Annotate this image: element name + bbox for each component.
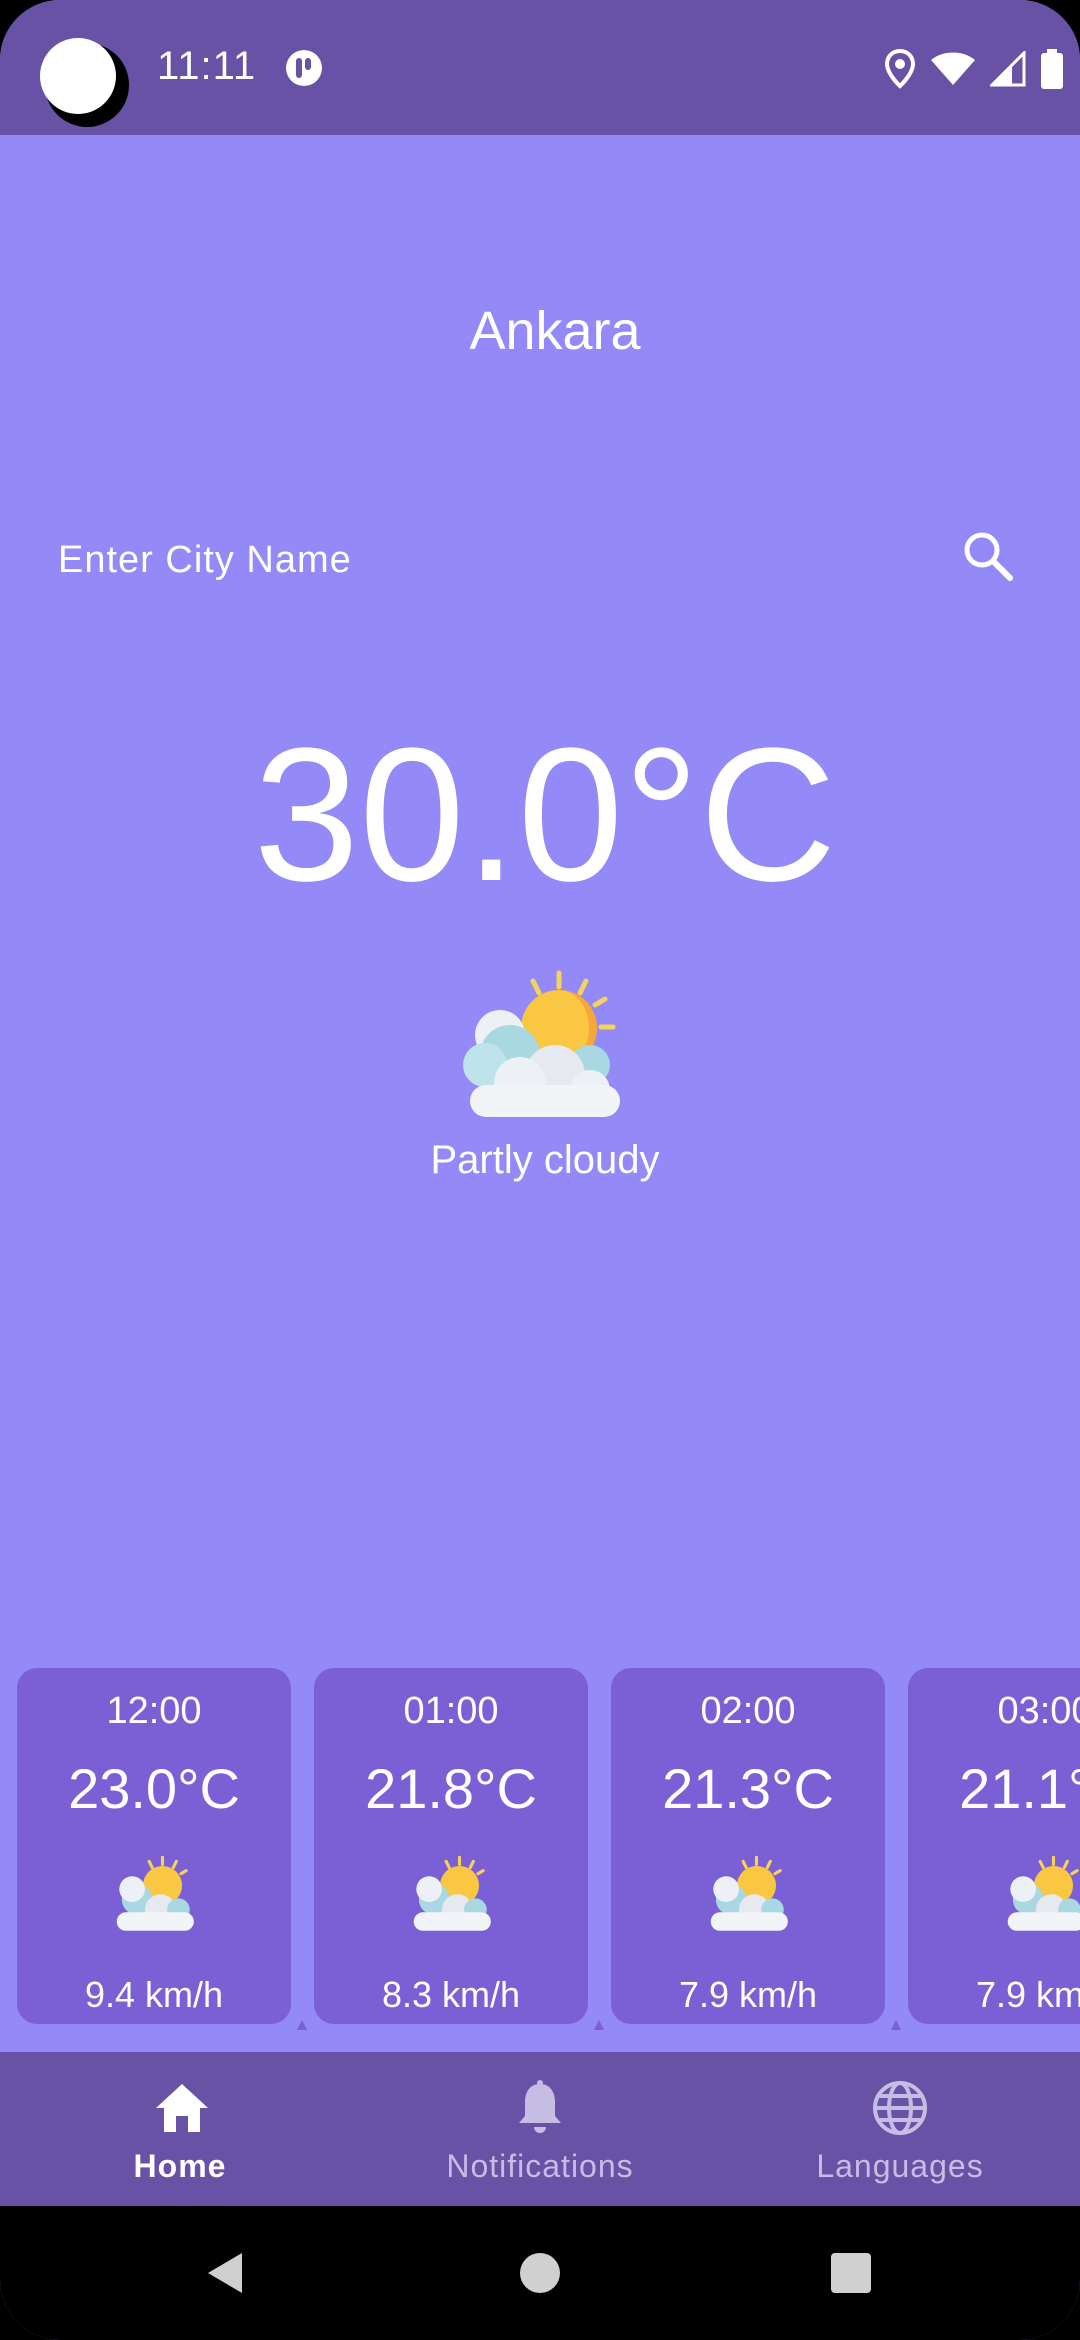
home-circle-icon[interactable] xyxy=(515,2248,565,2298)
city-title: Ankara xyxy=(469,301,641,361)
hour-temperature: 21.1°C xyxy=(959,1757,1080,1820)
partly-cloudy-icon xyxy=(1007,1855,1080,1931)
app-screen: 11:11 Ankara Enter City Name 30.0°C Part… xyxy=(0,0,1080,2340)
nav-item-notifications[interactable]: Notifications xyxy=(360,2052,720,2206)
status-icons xyxy=(884,45,1064,93)
camera-cutout-icon xyxy=(40,38,129,127)
hourly-card[interactable]: 12:00 23.0°C 9.4 km/h xyxy=(17,1668,291,2024)
signal-icon xyxy=(990,51,1026,87)
partly-cloudy-icon xyxy=(710,1855,788,1931)
recents-icon[interactable] xyxy=(826,2248,876,2298)
hourly-forecast-list[interactable]: 12:00 23.0°C 9.4 km/h 01:00 21.8°C 8.3 k… xyxy=(0,1660,1080,2040)
current-temperature: 30.0°C xyxy=(253,709,837,921)
location-icon xyxy=(884,49,916,89)
hour-wind-speed: 9.4 km/h xyxy=(84,1974,224,2015)
hour-temperature: 21.8°C xyxy=(365,1757,537,1820)
card-divider xyxy=(594,2020,604,2030)
hour-temperature: 21.3°C xyxy=(662,1757,834,1820)
partly-cloudy-icon xyxy=(463,970,620,1117)
hour-time: 03:00 xyxy=(997,1690,1080,1732)
bell-icon xyxy=(519,2080,561,2133)
partly-cloudy-icon xyxy=(413,1855,491,1931)
hour-wind-speed: 8.3 km/h xyxy=(381,1974,521,2015)
city-search-bar xyxy=(58,528,1018,592)
card-divider xyxy=(891,2020,901,2030)
battery-icon xyxy=(1041,49,1063,89)
card-divider xyxy=(297,2020,307,2030)
back-icon[interactable] xyxy=(200,2248,250,2298)
hour-time: 12:00 xyxy=(106,1690,202,1732)
hourly-card[interactable]: 02:00 21.3°C 7.9 km/h xyxy=(611,1668,885,2024)
weather-condition: Partly cloudy xyxy=(430,1138,660,1182)
home-icon xyxy=(156,2084,208,2132)
hour-wind-speed: 7.9 km/h xyxy=(678,1974,818,2015)
wifi-icon xyxy=(931,52,975,85)
system-navigation-bar xyxy=(0,2206,1080,2340)
hour-wind-speed: 7.9 km/h xyxy=(975,1974,1080,2015)
app-notification-icon xyxy=(286,50,322,86)
hour-temperature: 23.0°C xyxy=(68,1757,240,1820)
city-search-input[interactable] xyxy=(58,528,858,592)
status-bar: 11:11 xyxy=(0,0,1080,135)
nav-label-home: Home xyxy=(133,2148,227,2184)
status-time: 11:11 xyxy=(157,44,257,88)
hourly-card[interactable]: 01:00 21.8°C 8.3 km/h xyxy=(314,1668,588,2024)
nav-item-home[interactable]: Home xyxy=(0,2052,360,2206)
partly-cloudy-icon xyxy=(116,1855,194,1931)
nav-item-languages[interactable]: Languages xyxy=(720,2052,1080,2206)
nav-label-notifications: Notifications xyxy=(446,2148,634,2184)
nav-label-languages: Languages xyxy=(816,2148,984,2184)
search-icon[interactable] xyxy=(958,526,1018,586)
hour-time: 02:00 xyxy=(700,1690,796,1732)
hour-time: 01:00 xyxy=(403,1690,499,1732)
bottom-navigation: Home Notifications Languages xyxy=(0,2052,1080,2206)
hourly-card[interactable]: 03:00 21.1°C 7.9 km/h xyxy=(908,1668,1080,2024)
globe-icon xyxy=(873,2081,927,2135)
